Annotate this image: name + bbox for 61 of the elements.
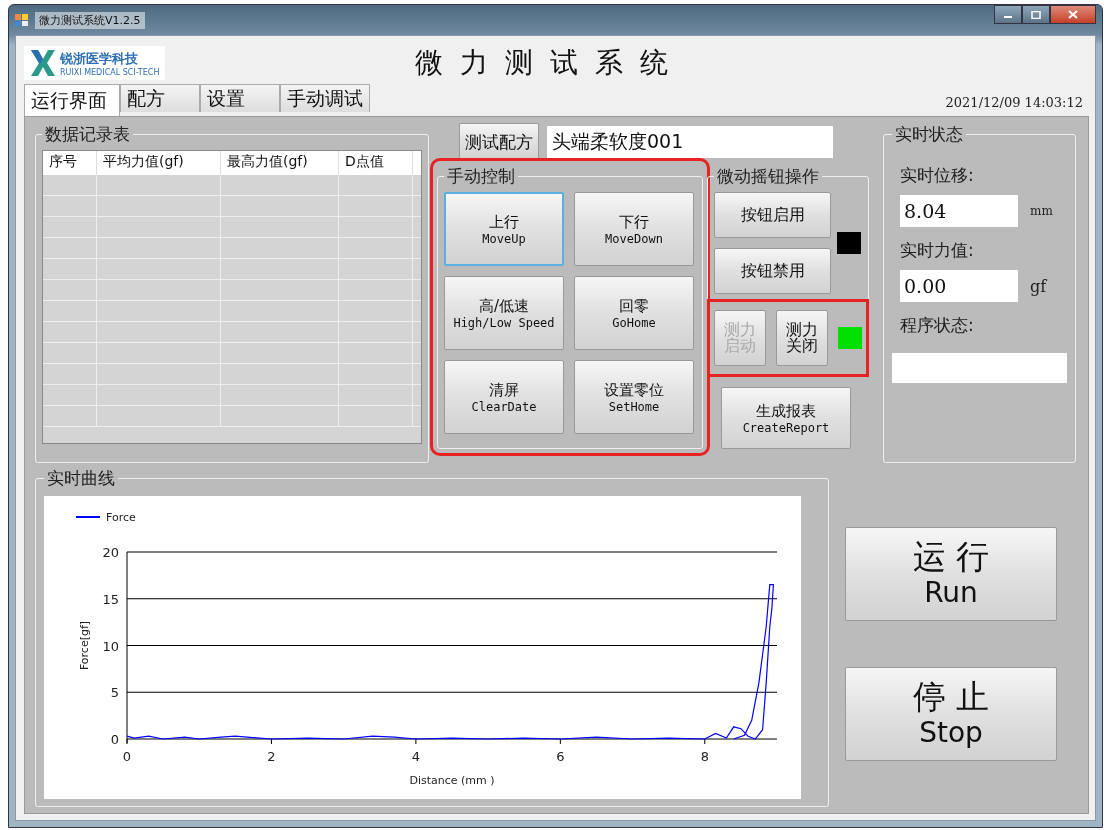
maximize-button[interactable] [1022, 5, 1050, 24]
y-tick-label: 0 [110, 732, 119, 747]
y-tick-label: 5 [110, 685, 119, 701]
control-button[interactable]: 清屏 ClearDate [444, 360, 564, 434]
report-button[interactable]: 生成报表 CreateReport [721, 387, 851, 449]
control-button[interactable]: 高/低速 High/Low Speed [444, 276, 564, 350]
legend-entry: Force [75, 511, 136, 524]
field-label: 程序状态: [900, 314, 975, 337]
y-tick-label: 15 [102, 591, 119, 607]
tab[interactable]: 手动调试 [280, 84, 370, 112]
group-title: 实时曲线 [46, 467, 116, 490]
tab[interactable]: 配方 [120, 84, 200, 112]
window-title: 微力测试系统V1.2.5 [35, 11, 145, 29]
x-tick-label: 4 [411, 749, 421, 764]
recipe-field[interactable]: 头端柔软度001 [547, 126, 833, 158]
y-tick-label: 20 [102, 545, 119, 560]
logo-subtitle: RUIXI MEDICAL SCI-TECH [60, 67, 160, 77]
control-button[interactable]: 回零 GoHome [574, 276, 694, 350]
tab[interactable]: 运行界面 [24, 84, 120, 116]
date-time: 2021/12/09 14:03:12 [945, 95, 1083, 110]
unit-label: mm [1030, 204, 1053, 218]
field-label: 实时位移: [900, 164, 975, 187]
column-header: D点值 [339, 151, 413, 175]
field-label: 实时力值: [900, 239, 975, 262]
column-header: 最高力值(gf) [221, 151, 339, 175]
y-tick-label: 10 [102, 638, 119, 654]
run-button[interactable]: 运 行 Run [845, 527, 1057, 621]
x-tick-label: 2 [267, 749, 276, 764]
minimize-button[interactable] [994, 5, 1022, 24]
y-axis-title: Force[gf] [78, 620, 91, 671]
displacement-field[interactable]: 8.04 [900, 195, 1018, 227]
tab[interactable]: 设置 [200, 84, 280, 112]
control-button[interactable]: 上行 MoveUp [444, 192, 564, 266]
column-header: 平均力值(gf) [97, 151, 221, 175]
group-title: 微动摇钮操作 [716, 165, 820, 188]
close-icon [1068, 10, 1078, 19]
rocker-button[interactable]: 按钮启用 [714, 192, 831, 238]
legend-label: Force [106, 511, 136, 524]
control-button[interactable]: 下行 MoveDown [574, 192, 694, 266]
logo-name: 锐浙医学科技 [60, 49, 139, 68]
x-axis-title: Distance (mm ) [409, 774, 495, 787]
rocker-button[interactable]: 按钮禁用 [714, 248, 831, 294]
control-button[interactable]: 设置零位 SetHome [574, 360, 694, 434]
x-tick-label: 6 [556, 749, 565, 764]
force-field[interactable]: 0.00 [900, 270, 1018, 302]
x-tick-label: 8 [700, 749, 709, 764]
app-title: 微 力 测 试 系 统 [415, 45, 672, 81]
program-status-field[interactable] [892, 353, 1067, 383]
recipe-button[interactable]: 测试配方 [459, 123, 539, 161]
stop-button[interactable]: 停 止 Stop [845, 667, 1057, 761]
force-button[interactable]: 测力关闭 [776, 310, 828, 366]
app-icon [15, 13, 29, 27]
column-header: 序号 [43, 151, 97, 175]
unit-label: gf [1030, 276, 1047, 296]
x-tick-label: 0 [122, 749, 132, 764]
group-title: 手动控制 [446, 165, 516, 188]
maximize-icon [1031, 10, 1041, 19]
group-title: 实时状态 [894, 123, 964, 146]
close-button[interactable] [1050, 5, 1096, 24]
group-title: 数据记录表 [44, 123, 131, 146]
logo-icon [30, 49, 56, 77]
